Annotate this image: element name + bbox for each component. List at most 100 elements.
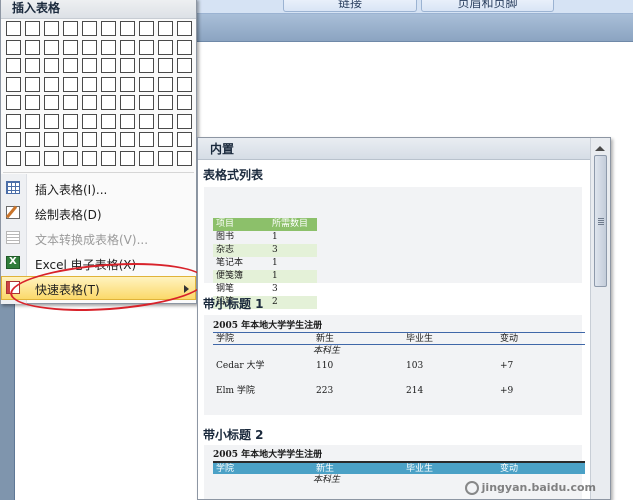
grid-cell[interactable] <box>177 150 192 166</box>
grid-cell[interactable] <box>177 132 192 147</box>
menu-item-draw-table[interactable]: 绘制表格(D) <box>1 201 196 225</box>
grid-cell[interactable] <box>120 58 135 73</box>
gallery-scrollbar[interactable] <box>590 138 610 499</box>
grid-cell[interactable] <box>63 76 78 92</box>
grid-cell[interactable] <box>82 132 97 147</box>
grid-cell[interactable] <box>139 150 154 166</box>
grid-cell[interactable] <box>82 150 97 166</box>
grid-cell[interactable] <box>177 58 192 73</box>
grid-cell[interactable] <box>101 21 116 36</box>
grid-cell[interactable] <box>44 76 59 92</box>
menu-item-insert-table[interactable]: 插入表格(I)... <box>1 176 196 200</box>
grid-cell[interactable] <box>82 58 97 73</box>
grid-cell[interactable] <box>63 132 78 147</box>
grid-cell[interactable] <box>101 76 116 92</box>
grid-cell[interactable] <box>101 132 116 147</box>
grid-cell[interactable] <box>158 76 173 92</box>
grid-cell[interactable] <box>139 76 154 92</box>
grid-cell[interactable] <box>139 39 154 55</box>
ribbon-tab-header-footer[interactable]: 页眉和页脚 <box>421 0 554 12</box>
grid-cell[interactable] <box>44 58 59 73</box>
grid-cell[interactable] <box>82 113 97 129</box>
grid-cell[interactable] <box>25 76 40 92</box>
menu-item-label: 绘制表格(D) <box>35 208 102 222</box>
grid-cell[interactable] <box>63 21 78 36</box>
grid-cell[interactable] <box>82 39 97 55</box>
grid-cell[interactable] <box>25 113 40 129</box>
grid-cell[interactable] <box>6 113 21 129</box>
grid-cell[interactable] <box>101 39 116 55</box>
preview-row: 笔记本 1 <box>216 258 278 268</box>
grid-cell[interactable] <box>101 58 116 73</box>
grid-cell[interactable] <box>63 113 78 129</box>
grid-cell[interactable] <box>101 95 116 110</box>
grid-cell[interactable] <box>177 95 192 110</box>
quick-table-option-subheading-1[interactable]: 2005 年本地大学学生注册 学院 新生 毕业生 变动 本科生 Cedar 大学… <box>204 315 585 415</box>
grid-cell[interactable] <box>139 21 154 36</box>
table-size-grid[interactable] <box>6 21 196 171</box>
preview-header-row: 学院 新生 毕业生 变动 <box>213 332 585 345</box>
menu-item-convert-text[interactable]: 文本转换成表格(V)... <box>1 226 196 250</box>
grid-cell[interactable] <box>101 113 116 129</box>
grid-cell[interactable] <box>44 113 59 129</box>
grid-cell[interactable] <box>25 21 40 36</box>
grid-cell[interactable] <box>44 21 59 36</box>
grid-cell[interactable] <box>25 132 40 147</box>
grid-cell[interactable] <box>82 95 97 110</box>
grid-cell[interactable] <box>44 132 59 147</box>
preview-header-row: 学院 新生 毕业生 变动 <box>213 461 585 474</box>
grid-cell[interactable] <box>6 21 21 36</box>
quick-table-option-table-list[interactable]: 项目 所需数目 图书 1 杂志 3 笔记本 1 便笺簿 1 钢笔 3 铅笔 2 <box>204 187 582 309</box>
ribbon-tab-link[interactable]: 链接 <box>283 0 417 12</box>
grid-cell[interactable] <box>177 21 192 36</box>
grid-cell[interactable] <box>6 39 21 55</box>
grid-cell[interactable] <box>120 132 135 147</box>
grid-cell[interactable] <box>158 95 173 110</box>
grid-cell[interactable] <box>25 58 40 73</box>
grid-cell[interactable] <box>158 39 173 55</box>
grid-cell[interactable] <box>158 113 173 129</box>
scroll-up-arrow-icon[interactable] <box>595 146 605 151</box>
grid-cell[interactable] <box>158 132 173 147</box>
grid-cell[interactable] <box>120 95 135 110</box>
grid-cell[interactable] <box>6 58 21 73</box>
grid-cell[interactable] <box>120 113 135 129</box>
preview-row: Cedar 大学 110 103 +7 <box>216 361 514 371</box>
grid-cell[interactable] <box>63 95 78 110</box>
grid-cell[interactable] <box>44 39 59 55</box>
grid-cell[interactable] <box>63 39 78 55</box>
grid-cell[interactable] <box>44 150 59 166</box>
grid-cell[interactable] <box>6 132 21 147</box>
grid-cell[interactable] <box>82 21 97 36</box>
grid-cell[interactable] <box>158 58 173 73</box>
grid-cell[interactable] <box>177 113 192 129</box>
grid-cell[interactable] <box>63 150 78 166</box>
grid-cell[interactable] <box>25 95 40 110</box>
grid-cell[interactable] <box>25 39 40 55</box>
grid-cell[interactable] <box>120 150 135 166</box>
grid-cell[interactable] <box>101 150 116 166</box>
grid-cell[interactable] <box>63 58 78 73</box>
grid-cell[interactable] <box>177 76 192 92</box>
grid-cell[interactable] <box>6 95 21 110</box>
grid-cell[interactable] <box>139 132 154 147</box>
grid-cell[interactable] <box>139 95 154 110</box>
grid-cell[interactable] <box>120 76 135 92</box>
grid-cell[interactable] <box>158 21 173 36</box>
grid-cell[interactable] <box>120 39 135 55</box>
grid-cell[interactable] <box>6 150 21 166</box>
menu-item-label: 插入表格(I)... <box>35 183 108 197</box>
scrollbar-thumb[interactable] <box>594 155 607 287</box>
grid-cell[interactable] <box>139 113 154 129</box>
preview-caption: 2005 年本地大学学生注册 <box>213 321 323 331</box>
grid-cell[interactable] <box>25 150 40 166</box>
quick-tables-gallery: 内置 表格式列表 项目 所需数目 图书 1 杂志 3 笔记本 1 便笺簿 1 钢笔 3 铅… <box>197 137 611 500</box>
preview-header-cell: 所需数目 <box>272 219 309 229</box>
grid-cell[interactable] <box>44 95 59 110</box>
grid-cell[interactable] <box>139 58 154 73</box>
grid-cell[interactable] <box>120 21 135 36</box>
grid-cell[interactable] <box>158 150 173 166</box>
grid-cell[interactable] <box>6 76 21 92</box>
grid-cell[interactable] <box>82 76 97 92</box>
grid-cell[interactable] <box>177 39 192 55</box>
